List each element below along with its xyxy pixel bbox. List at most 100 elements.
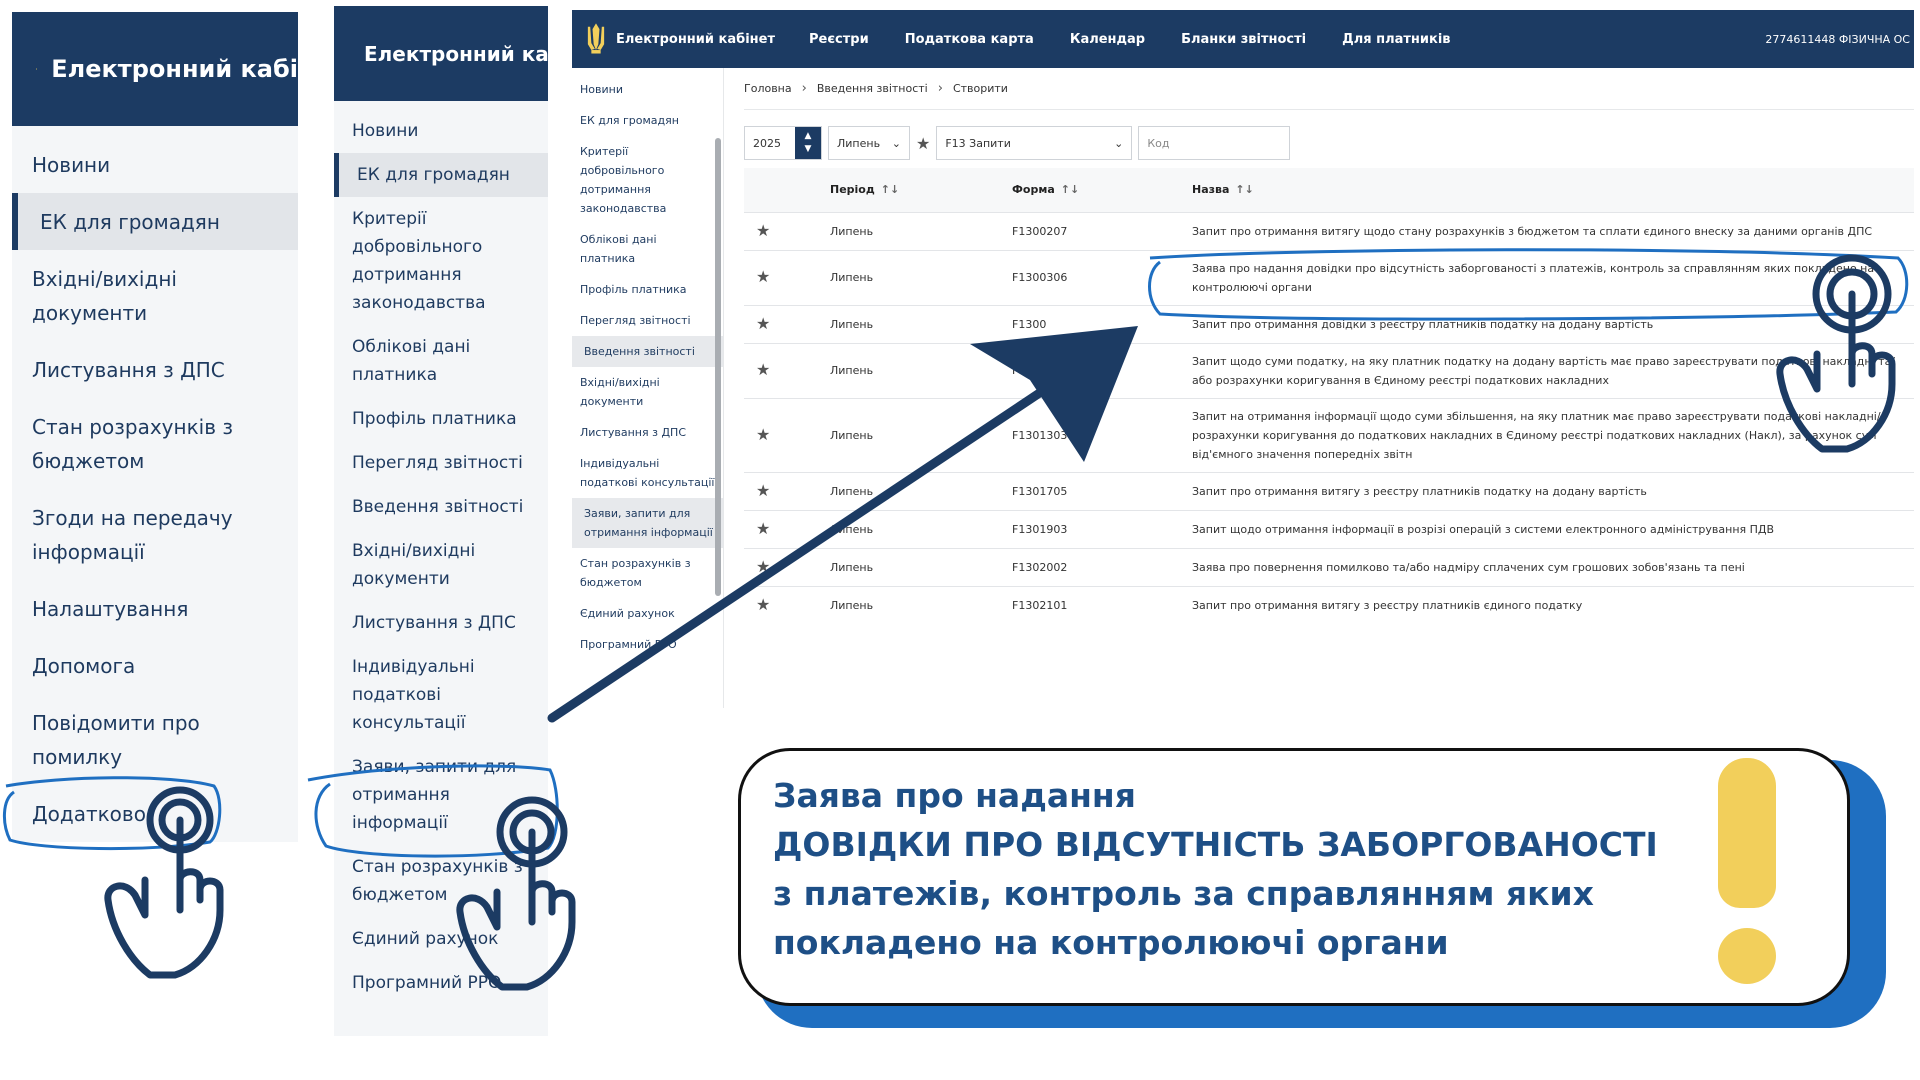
row-name[interactable]: Заява про повернення помилково та/або на… [1192, 547, 1914, 586]
sidebar-item-correspondence[interactable]: Листування з ДПС [12, 341, 298, 398]
menu-registries[interactable]: Реєстри [809, 32, 869, 47]
sidebar-item-profile[interactable]: Профіль платника [572, 274, 723, 305]
sidebar-item-ek-citizens[interactable]: ЕК для громадян [572, 105, 723, 136]
sidebar-item-settings[interactable]: Налаштування [12, 580, 298, 637]
sidebar-item-additional[interactable]: Додатково [12, 785, 298, 842]
sidebar-item-news[interactable]: Новини [12, 136, 298, 193]
table-row[interactable]: ★ Липень F1301903 Запит щодо отримання і… [744, 509, 1914, 548]
user-account[interactable]: 2774611448 ФІЗИЧНА ОС [1765, 33, 1914, 46]
row-name[interactable]: Запит про отримання довідки з реєстру пл… [1192, 304, 1914, 343]
callout-box: Заява про надання ДОВІДКИ ПРО ВІДСУТНІСТ… [738, 748, 1850, 1006]
star-icon[interactable]: ★ [756, 519, 770, 538]
sort-icon[interactable]: ↑↓ [881, 183, 899, 196]
col-period[interactable]: Період ↑↓ [830, 168, 1012, 212]
col-form-label: Форма [1012, 183, 1055, 197]
table-row[interactable]: ★ Липень F1300 Запит про отримання довід… [744, 304, 1914, 343]
sidebar-item-view-reports[interactable]: Перегляд звітності [334, 441, 548, 485]
sidebar-crop-large: Електронний кабі Новини ЕК для громадян … [12, 12, 298, 842]
table-row[interactable]: ★ Липень F1301705 Запит про отримання ви… [744, 471, 1914, 510]
breadcrumb-enter-reports[interactable]: Введення звітності [817, 82, 928, 95]
table-row[interactable]: ★ Липень F13006 Запит щодо суми податку,… [744, 342, 1914, 398]
sidebar-item-news[interactable]: Новини [572, 74, 723, 105]
sidebar-item-documents[interactable]: Вхідні/вихідні документи [572, 367, 723, 417]
col-name[interactable]: Назва ↑↓ [1192, 168, 1914, 212]
row-name[interactable]: Запит про отримання витягу з реєстру пла… [1192, 585, 1914, 624]
row-form: F1302002 [1012, 547, 1192, 586]
table-row[interactable]: ★ Липень F1301303 Запит на отримання інф… [744, 397, 1914, 472]
year-input[interactable]: 2025 ▲ ▼ [744, 126, 822, 160]
sidebar-item-consultations[interactable]: Індивідуальні податкові консультації [334, 645, 548, 745]
sidebar-item-correspondence[interactable]: Листування з ДПС [572, 417, 723, 448]
brand[interactable]: Електронний кабінет [584, 21, 775, 57]
sidebar-item-compliance[interactable]: Критерії добровільного дотримання законо… [334, 197, 548, 325]
sidebar-item-enter-reports[interactable]: Введення звітності [572, 336, 723, 367]
star-icon[interactable]: ★ [756, 425, 770, 444]
star-icon[interactable]: ★ [756, 314, 770, 333]
sidebar-item-ek-citizens[interactable]: ЕК для громадян [334, 153, 548, 197]
sidebar-item-ek-citizens[interactable]: ЕК для громадян [12, 193, 298, 250]
star-icon[interactable]: ★ [756, 267, 770, 286]
star-icon[interactable]: ★ [756, 221, 770, 240]
row-name[interactable]: Заява про надання довідки про відсутніст… [1192, 249, 1914, 305]
menu-for-payers[interactable]: Для платників [1342, 32, 1450, 47]
chevron-up-icon[interactable]: ▲ [805, 130, 812, 143]
sidebar-item-requests[interactable]: Заяви, запити для отримання інформації [572, 498, 723, 548]
sidebar-item-enter-reports[interactable]: Введення звітності [334, 485, 548, 529]
sidebar-item-single-account[interactable]: Єдиний рахунок [572, 598, 723, 629]
sidebar-nav: Новини ЕК для громадян Критерії добровіл… [334, 101, 548, 1005]
sidebar-item-budget-status[interactable]: Стан розрахунків з бюджетом [12, 398, 298, 489]
col-form[interactable]: Форма ↑↓ [1012, 168, 1192, 212]
row-name[interactable]: Запит щодо отримання інформації в розріз… [1192, 509, 1914, 548]
form-type-select[interactable]: F13 Запити ⌄ [936, 126, 1133, 160]
breadcrumb-home[interactable]: Головна [744, 82, 792, 95]
year-spinner[interactable]: ▲ ▼ [795, 127, 821, 159]
table-row[interactable]: ★ Липень F1300306 Заява про надання дові… [744, 249, 1914, 305]
menu-tax-map[interactable]: Податкова карта [905, 32, 1034, 47]
sidebar-item-correspondence[interactable]: Листування з ДПС [334, 601, 548, 645]
month-select[interactable]: Липень ⌄ [828, 126, 910, 160]
row-name[interactable]: Запит щодо суми податку, на яку платник … [1192, 342, 1914, 398]
sidebar-item-rro[interactable]: Програмний РРО [572, 629, 723, 660]
code-input[interactable]: Код [1138, 126, 1291, 160]
table-row[interactable]: ★ Липень F1302101 Запит про отримання ви… [744, 585, 1914, 624]
sidebar-item-view-reports[interactable]: Перегляд звітності [572, 305, 723, 336]
table-row[interactable]: ★ Липень F1302002 Заява про повернення п… [744, 547, 1914, 586]
sidebar-item-budget-status[interactable]: Стан розрахунків з бюджетом [334, 845, 548, 917]
menu-report-forms[interactable]: Бланки звітності [1181, 32, 1306, 47]
row-form: F1301903 [1012, 509, 1192, 548]
sidebar-item-consultations[interactable]: Індивідуальні податкові консультації [572, 448, 723, 498]
sort-icon[interactable]: ↑↓ [1061, 183, 1079, 196]
sidebar-item-single-account[interactable]: Єдиний рахунок [334, 917, 548, 961]
row-name[interactable]: Запит на отримання інформації щодо суми … [1192, 397, 1914, 472]
menu-calendar[interactable]: Календар [1070, 32, 1145, 47]
cabinet-title: Електронний ка [364, 41, 548, 66]
sidebar-item-documents[interactable]: Вхідні/вихідні документи [12, 250, 298, 341]
sidebar-item-profile[interactable]: Профіль платника [334, 397, 548, 441]
star-icon[interactable]: ★ [756, 595, 770, 614]
sidebar-item-news[interactable]: Новини [334, 109, 548, 153]
sidebar-item-help[interactable]: Допомога [12, 637, 298, 694]
sidebar-item-budget-status[interactable]: Стан розрахунків з бюджетом [572, 548, 723, 598]
sidebar-item-rro[interactable]: Програмний РРО [334, 961, 548, 1005]
callout-line-3: з платежів, контроль за справлянням яких [773, 874, 1594, 913]
sidebar-item-account-data[interactable]: Облікові дані платника [572, 224, 723, 274]
star-icon[interactable]: ★ [756, 557, 770, 576]
cabinet-header[interactable]: Електронний ка [334, 6, 548, 101]
star-icon[interactable]: ★ [916, 134, 930, 153]
table-row[interactable]: ★ Липень F1300207 Запит про отримання ви… [744, 211, 1914, 250]
sidebar-item-report-error[interactable]: Повідомити про помилку [12, 694, 298, 785]
chevron-down-icon[interactable]: ▼ [805, 143, 812, 156]
sidebar-item-documents[interactable]: Вхідні/вихідні документи [334, 529, 548, 601]
cabinet-screenshot: Електронний кабінет Реєстри Податкова ка… [572, 10, 1914, 710]
row-name[interactable]: Запит про отримання витягу щодо стану ро… [1192, 211, 1914, 250]
sidebar-item-requests[interactable]: Заяви, запити для отримання інформації [334, 745, 548, 845]
sidebar-item-consents[interactable]: Згоди на передачу інформації [12, 489, 298, 580]
sort-icon[interactable]: ↑↓ [1235, 183, 1253, 196]
cabinet-header[interactable]: Електронний кабі [12, 12, 298, 126]
sidebar-item-compliance[interactable]: Критерії добровільного дотримання законо… [572, 136, 723, 224]
sidebar-scrollbar[interactable] [715, 138, 721, 596]
row-name[interactable]: Запит про отримання витягу з реєстру пла… [1192, 471, 1914, 510]
star-icon[interactable]: ★ [756, 360, 770, 379]
star-icon[interactable]: ★ [756, 481, 770, 500]
sidebar-item-account-data[interactable]: Облікові дані платника [334, 325, 548, 397]
